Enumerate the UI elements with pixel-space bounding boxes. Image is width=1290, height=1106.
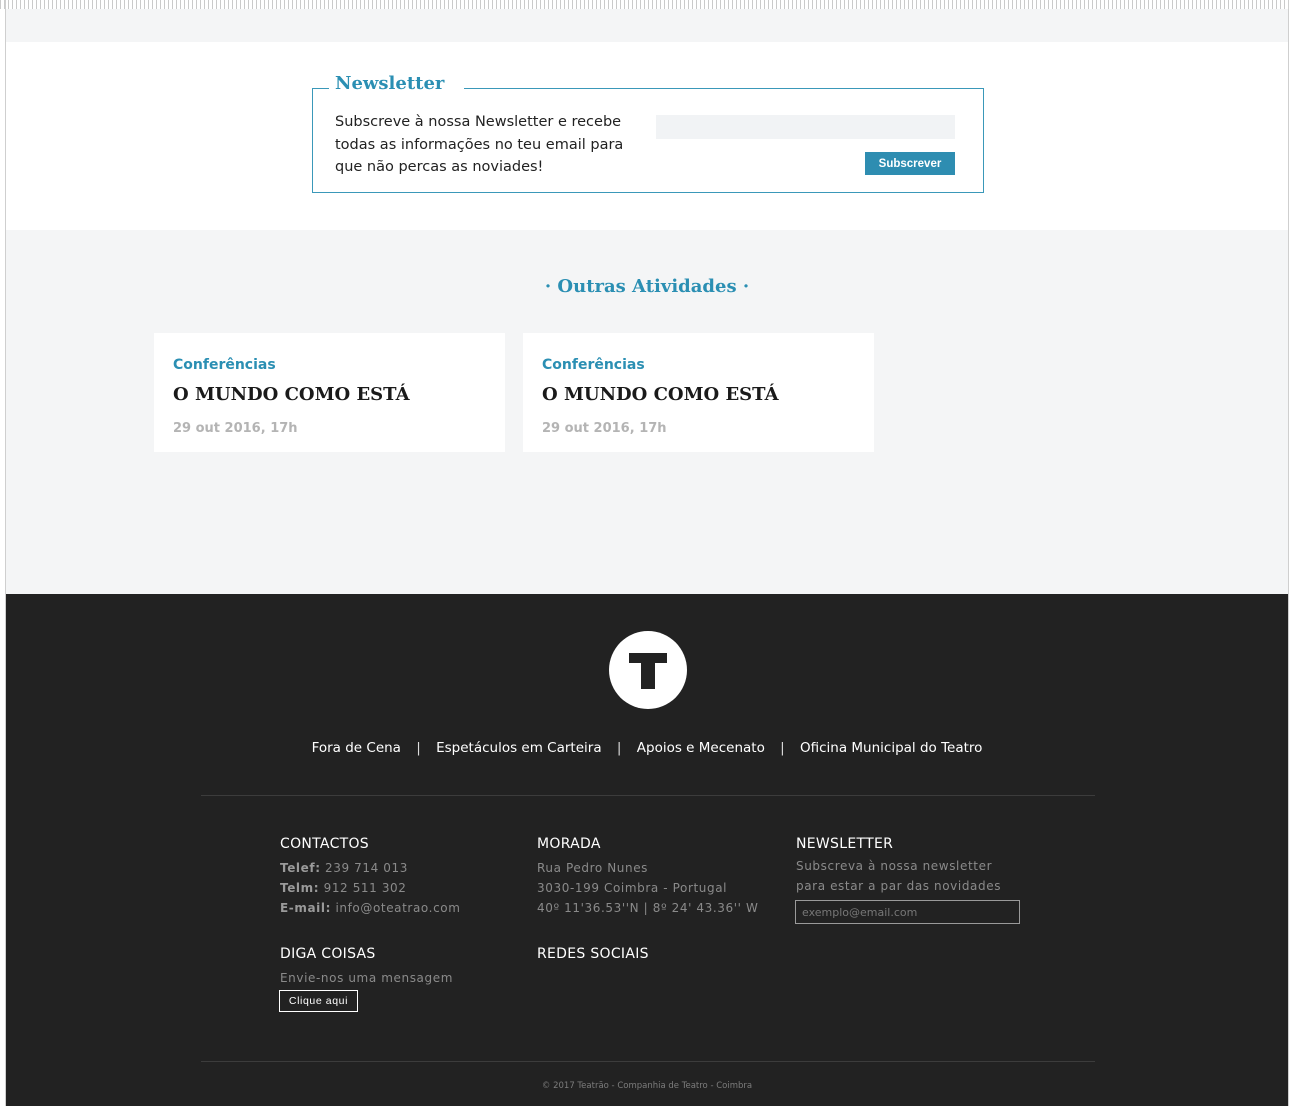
message-heading: DIGA COISAS — [280, 946, 376, 962]
social-heading: REDES SOCIAIS — [537, 946, 649, 962]
phone-label: Telef: — [280, 861, 321, 875]
activity-category: Conferências — [173, 357, 276, 373]
contacts-email: E-mail: info@oteatrao.com — [280, 898, 461, 918]
click-here-button[interactable]: Clique aqui — [279, 990, 358, 1012]
activity-card[interactable]: Conferências O MUNDO COMO ESTÁ 29 out 20… — [154, 333, 505, 452]
footer-link-espetaculos[interactable]: Espetáculos em Carteira — [436, 740, 602, 756]
footer-divider — [201, 795, 1095, 796]
contacts-phone: Telef: 239 714 013 — [280, 858, 408, 878]
copyright: © 2017 Teatrão - Companhia de Teatro - C… — [541, 1081, 753, 1091]
nav-separator: | — [616, 740, 622, 756]
footer-link-apoios[interactable]: Apoios e Mecenato — [637, 740, 765, 756]
newsletter-title: Newsletter — [329, 73, 465, 94]
top-strip — [6, 9, 1288, 42]
theatre-logo[interactable] — [609, 631, 687, 709]
phone-value[interactable]: 239 714 013 — [325, 861, 408, 875]
footer-link-oficina[interactable]: Oficina Municipal do Teatro — [800, 740, 982, 756]
activity-title[interactable]: O MUNDO COMO ESTÁ — [173, 384, 410, 405]
footer-email-input[interactable]: exemplo@email.com — [795, 900, 1020, 924]
email-value[interactable]: info@oteatrao.com — [335, 901, 460, 915]
footer-email-placeholder: exemplo@email.com — [802, 905, 918, 919]
address-heading: MORADA — [537, 836, 601, 852]
footer-newsletter-heading: NEWSLETTER — [796, 836, 894, 852]
newsletter-text: Subscreve à nossa Newsletter e recebe to… — [335, 114, 624, 175]
newsletter-box: Newsletter Subscreve à nossa Newsletter … — [312, 73, 984, 193]
mobile-label: Telm: — [280, 881, 320, 895]
activity-date: 29 out 2016, 17h — [542, 421, 667, 436]
activity-category: Conferências — [542, 357, 645, 373]
nav-separator: | — [416, 740, 421, 756]
email-label: E-mail: — [280, 901, 332, 915]
address-coordinates: 40º 11'36.53''N | 8º 24' 43.36'' W — [537, 901, 759, 915]
mobile-value[interactable]: 912 511 302 — [324, 881, 407, 895]
footer-newsletter-line-2: para estar a par das novidades — [796, 879, 1002, 893]
contacts-heading: CONTACTOS — [280, 836, 369, 852]
activity-date: 29 out 2016, 17h — [173, 421, 298, 436]
activity-card[interactable]: Conferências O MUNDO COMO ESTÁ 29 out 20… — [523, 333, 874, 452]
nav-separator: | — [780, 740, 785, 756]
address-line-1: Rua Pedro Nunes — [537, 861, 649, 875]
subscribe-button[interactable]: Subscrever — [865, 152, 955, 175]
newsletter-email-input[interactable] — [656, 115, 955, 139]
footer-bottom-divider — [201, 1061, 1095, 1062]
footer-newsletter-line-1: Subscreva à nossa newsletter — [796, 859, 993, 873]
activity-title[interactable]: O MUNDO COMO ESTÁ — [542, 384, 779, 405]
footer: Fora de Cena | Espetáculos em Carteira |… — [6, 594, 1288, 1106]
message-text: Envie-nos uma mensagem — [280, 971, 453, 985]
contacts-mobile: Telm: 912 511 302 — [280, 878, 407, 898]
footer-link-fora-de-cena[interactable]: Fora de Cena — [312, 740, 401, 756]
page-frame: Newsletter Subscreve à nossa Newsletter … — [5, 0, 1289, 1106]
footer-nav: Fora de Cena | Espetáculos em Carteira |… — [6, 740, 1288, 756]
other-activities-title: · Outras Atividades · — [544, 276, 750, 297]
other-activities-section: · Outras Atividades · Conferências O MUN… — [6, 230, 1288, 594]
logo-t-icon — [629, 653, 667, 689]
newsletter-section: Newsletter Subscreve à nossa Newsletter … — [6, 42, 1288, 230]
address-line-2: 3030-199 Coimbra - Portugal — [537, 881, 728, 895]
